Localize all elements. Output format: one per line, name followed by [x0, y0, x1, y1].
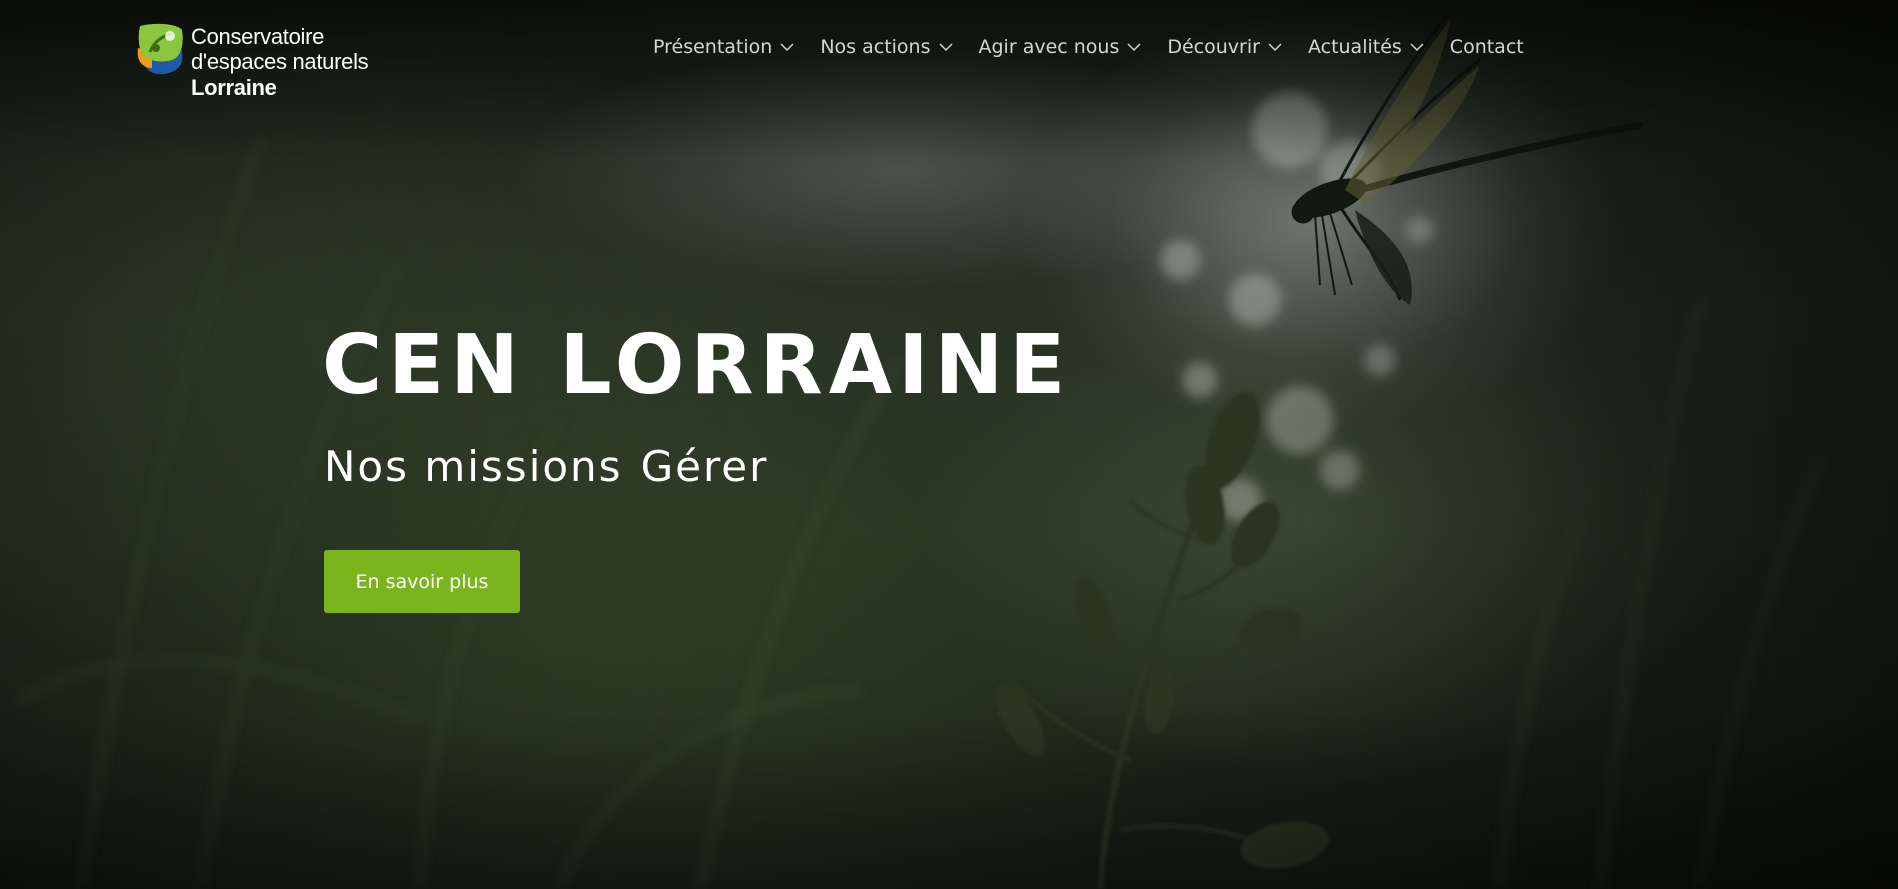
chevron-down-icon — [938, 42, 953, 51]
nav-item-decouvrir[interactable]: Découvrir — [1167, 36, 1282, 58]
nav-item-agir-avec-nous[interactable]: Agir avec nous — [979, 36, 1142, 58]
hero-background-image — [0, 0, 1898, 889]
hero-title: CEN LORRAINE — [322, 318, 1072, 413]
nav-item-label: Nos actions — [820, 36, 931, 58]
hero-subtitle-part-2: Gérer — [640, 442, 769, 491]
nav-item-label: Présentation — [653, 36, 773, 58]
logo-text: Conservatoire d'espaces naturels Lorrain… — [191, 24, 369, 101]
hero-subtitle-part-1: Nos missions — [324, 442, 623, 491]
nav-item-label: Actualités — [1307, 36, 1402, 58]
site-header: Conservatoire d'espaces naturels Lorrain… — [0, 0, 1898, 110]
nav-item-nos-actions[interactable]: Nos actions — [820, 36, 953, 58]
hero-subtitle: Nos missions Gérer — [324, 442, 768, 491]
logo-line-2: d'espaces naturels — [191, 49, 369, 74]
chevron-down-icon — [780, 42, 794, 51]
chevron-down-icon — [1410, 42, 1424, 51]
hero-dark-overlay — [0, 0, 1898, 889]
nav-item-label: Agir avec nous — [978, 36, 1120, 58]
main-nav: Présentation Nos actions Agir avec nous … — [653, 36, 1524, 58]
nav-item-actualites[interactable]: Actualités — [1308, 36, 1424, 58]
logo-mark-icon — [137, 23, 183, 75]
logo-line-3: Lorraine — [191, 75, 277, 100]
nav-item-contact[interactable]: Contact — [1450, 36, 1524, 58]
logo-line-1: Conservatoire — [191, 24, 325, 49]
nav-item-presentation[interactable]: Présentation — [653, 36, 794, 58]
learn-more-button[interactable]: En savoir plus — [324, 550, 520, 613]
site-logo[interactable]: Conservatoire d'espaces naturels Lorrain… — [136, 20, 376, 102]
chevron-down-icon — [1127, 42, 1141, 51]
nav-item-label: Découvrir — [1167, 36, 1260, 58]
nav-item-label: Contact — [1449, 36, 1524, 58]
chevron-down-icon — [1268, 42, 1282, 51]
